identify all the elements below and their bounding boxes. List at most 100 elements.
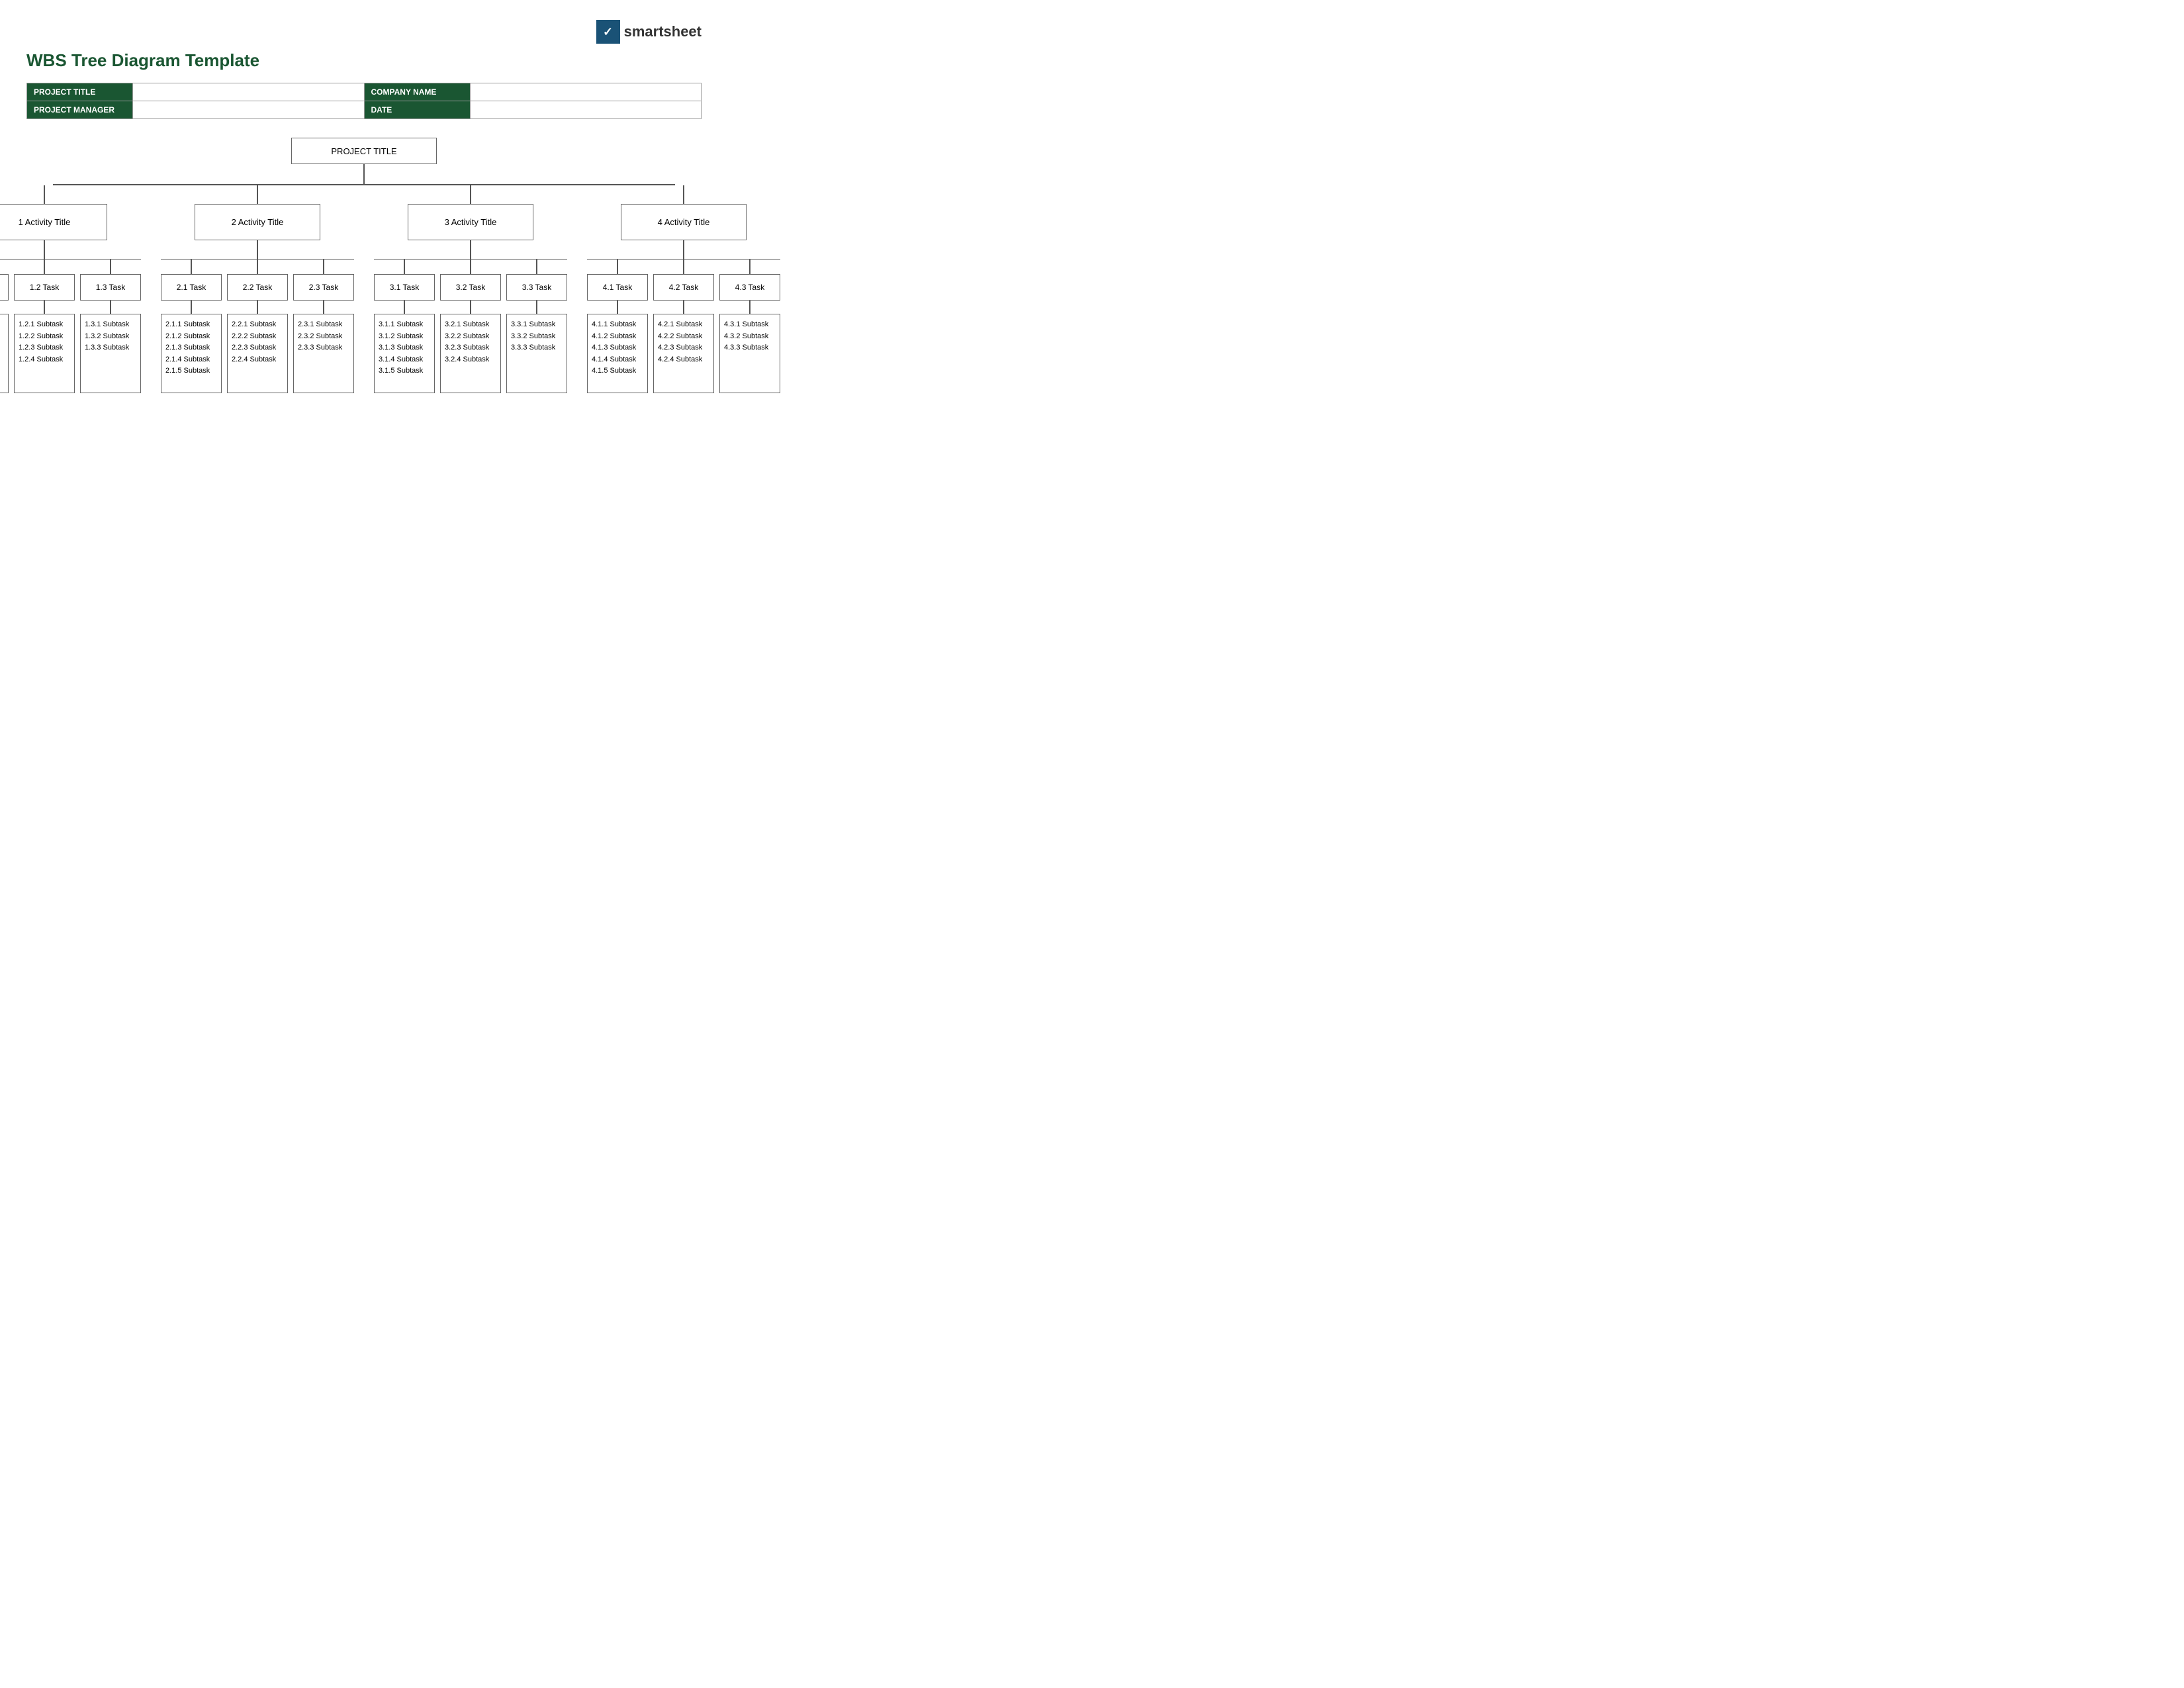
task-row2-1: 1.1 Task1.1.1 Subtask1.1.2 Subtask1.1.3 … [0,259,141,393]
subtask-line: 4.1.1 Subtask [592,319,643,331]
subtask-line: 3.1.1 Subtask [379,319,430,331]
subtask-line: 3.3.1 Subtask [511,319,563,331]
task-vbot-2-3 [323,301,324,314]
subtask-box-1-3: 1.3.1 Subtask1.3.2 Subtask1.3.3 Subtask [80,314,141,393]
subtask-line: 1.1.4 Subtask [0,354,4,366]
subtask-line: 2.1.2 Subtask [165,331,217,343]
task-vtop-1-3 [110,259,111,274]
subtask-line: 1.2.4 Subtask [19,354,70,366]
act-vtop-3 [470,185,471,204]
task-vtop-3-1 [404,259,405,274]
task-hbar-1: 1.1 Task1.1.1 Subtask1.1.2 Subtask1.1.3 … [0,259,141,394]
project-title-label: PROJECT TITLE [27,83,133,101]
task-vtop-2-3 [323,259,324,274]
subtask-line: 4.1.4 Subtask [592,354,643,366]
subtask-line: 3.1.4 Subtask [379,354,430,366]
subtask-box-3-1: 3.1.1 Subtask3.1.2 Subtask3.1.3 Subtask3… [374,314,435,393]
subtask-line: 1.1.2 Subtask [0,331,4,343]
task-node-4-1: 4.1 Task [587,274,648,301]
task-node-2-1: 2.1 Task [161,274,222,301]
taskcol-1-1: 1.1 Task1.1.1 Subtask1.1.2 Subtask1.1.3 … [0,259,9,393]
subtask-line: 1.2.1 Subtask [19,319,70,331]
subtask-line: 4.2.3 Subtask [658,342,709,354]
act-col-4: 4 Activity Title4.1 Task4.1.1 Subtask4.1… [587,185,780,394]
taskcol-2-1: 2.1 Task2.1.1 Subtask2.1.2 Subtask2.1.3 … [161,259,222,393]
task-vtop-3-3 [536,259,537,274]
task-vbot-1-3 [110,301,111,314]
subtask-line: 3.1.3 Subtask [379,342,430,354]
company-name-value[interactable] [470,83,702,101]
task-node-2-3: 2.3 Task [293,274,354,301]
info-table: PROJECT TITLE COMPANY NAME PROJECT MANAG… [26,83,702,119]
page-title: WBS Tree Diagram Template [26,50,702,71]
smartsheet-logo: ✓ smartsheet [596,20,702,44]
subtask-line: 2.1.1 Subtask [165,319,217,331]
task-row2-2: 2.1 Task2.1.1 Subtask2.1.2 Subtask2.1.3 … [161,259,354,393]
taskcol-4-3: 4.3 Task4.3.1 Subtask4.3.2 Subtask4.3.3 … [719,259,780,393]
task-row2-4: 4.1 Task4.1.1 Subtask4.1.2 Subtask4.1.3 … [587,259,780,393]
logo-sheet: sheet [664,23,702,40]
subtask-line: 4.3.3 Subtask [724,342,776,354]
logo-wordmark: smartsheet [624,23,702,40]
task-row2-3: 3.1 Task3.1.1 Subtask3.1.2 Subtask3.1.3 … [374,259,567,393]
task-vtop-4-3 [749,259,751,274]
subtask-line: 1.3.1 Subtask [85,319,136,331]
task-vtop-4-1 [617,259,618,274]
task-node-1-2: 1.2 Task [14,274,75,301]
date-value[interactable] [470,101,702,119]
taskcol-1-3: 1.3 Task 1.3.1 Subtask1.3.2 Subtask1.3.3 … [80,259,141,393]
activity-wrapper: 1 Activity Title1.1 Task1.1.1 Subtask1.1… [26,184,702,393]
subtask-line: 2.2.4 Subtask [232,354,283,366]
subtask-line: 1.1.3 Subtask [0,342,4,354]
activity-node-1: 1 Activity Title [0,204,107,240]
activity-node-4: 4 Activity Title [621,204,747,240]
taskcol-2-2: 2.2 Task 2.2.1 Subtask2.2.2 Subtask2.2.3 … [227,259,288,393]
subtask-box-1-1: 1.1.1 Subtask1.1.2 Subtask1.1.3 Subtask1… [0,314,9,393]
subtask-box-1-2: 1.2.1 Subtask1.2.2 Subtask1.2.3 Subtask1… [14,314,75,393]
date-label: DATE [364,101,470,119]
subtask-line: 4.3.1 Subtask [724,319,776,331]
subtask-line: 2.1.4 Subtask [165,354,217,366]
act-hbar-container: 1 Activity Title1.1 Task1.1.1 Subtask1.1… [26,184,702,393]
subtask-line: 1.2.3 Subtask [19,342,70,354]
task-node-2-2: 2.2 Task [227,274,288,301]
root-node: PROJECT TITLE [291,138,437,164]
act-vtop-4 [683,185,684,204]
task-vbot-3-2 [470,301,471,314]
task-hbar-2: 2.1 Task2.1.1 Subtask2.1.2 Subtask2.1.3 … [161,259,354,394]
act-vtop-2 [257,185,258,204]
subtask-box-2-2: 2.2.1 Subtask2.2.2 Subtask2.2.3 Subtask2… [227,314,288,393]
subtask-line: 1.1.5 Subtask [0,365,4,377]
logo-smart: smart [624,23,664,40]
subtask-line: 2.3.1 Subtask [298,319,349,331]
subtask-box-4-2: 4.2.1 Subtask4.2.2 Subtask4.2.3 Subtask4… [653,314,714,393]
task-node-3-3: 3.3 Task [506,274,567,301]
subtask-line: 2.1.5 Subtask [165,365,217,377]
task-node-1-3: 1.3 Task [80,274,141,301]
task-hbar-3: 3.1 Task3.1.1 Subtask3.1.2 Subtask3.1.3 … [374,259,567,394]
subtask-box-3-2: 3.2.1 Subtask3.2.2 Subtask3.2.3 Subtask3… [440,314,501,393]
taskcol-3-1: 3.1 Task3.1.1 Subtask3.1.2 Subtask3.1.3 … [374,259,435,393]
subtask-line: 3.1.5 Subtask [379,365,430,377]
activity-node-3: 3 Activity Title [408,204,533,240]
subtask-line: 3.2.2 Subtask [445,331,496,343]
task-vbot-4-2 [683,301,684,314]
taskcol-2-3: 2.3 Task2.3.1 Subtask2.3.2 Subtask2.3.3 … [293,259,354,393]
act-col-3: 3 Activity Title 3.1 Task3.1.1 Subtask3.1… [374,185,567,394]
root-v-connector [363,164,365,184]
task-vtop-2-2 [257,259,258,274]
subtask-line: 1.1.1 Subtask [0,319,4,331]
subtask-line: 3.3.3 Subtask [511,342,563,354]
subtask-line: 3.1.2 Subtask [379,331,430,343]
subtask-line: 2.2.3 Subtask [232,342,283,354]
wbs-full-tree: PROJECT TITLE 1 Activity Title1.1 Task1.1… [26,138,702,393]
act-vmid-4 [683,240,684,259]
subtask-line: 3.2.3 Subtask [445,342,496,354]
project-manager-value[interactable] [133,101,365,119]
task-node-4-2: 4.2 Task [653,274,714,301]
subtask-line: 2.2.1 Subtask [232,319,283,331]
project-manager-label: PROJECT MANAGER [27,101,133,119]
project-title-value[interactable] [133,83,365,101]
subtask-line: 4.1.2 Subtask [592,331,643,343]
subtask-line: 4.2.4 Subtask [658,354,709,366]
